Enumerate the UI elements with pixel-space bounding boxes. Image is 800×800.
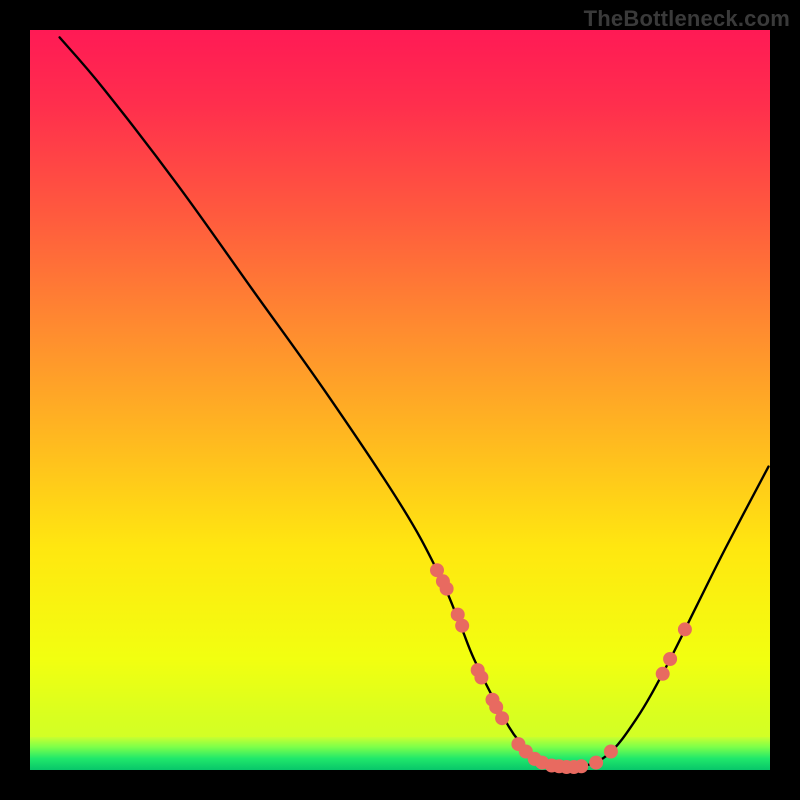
- data-marker: [656, 667, 670, 681]
- bottleneck-curve: [60, 37, 769, 769]
- watermark-text: TheBottleneck.com: [584, 6, 790, 32]
- data-marker: [663, 652, 677, 666]
- data-marker: [589, 756, 603, 770]
- data-marker: [574, 759, 588, 773]
- curve-markers: [430, 563, 692, 774]
- plot-area: [30, 30, 770, 770]
- data-marker: [474, 670, 488, 684]
- data-marker: [678, 622, 692, 636]
- data-marker: [440, 582, 454, 596]
- chart-frame: TheBottleneck.com: [0, 0, 800, 800]
- data-marker: [604, 744, 618, 758]
- curve-svg: [30, 30, 770, 770]
- data-marker: [495, 711, 509, 725]
- data-marker: [455, 619, 469, 633]
